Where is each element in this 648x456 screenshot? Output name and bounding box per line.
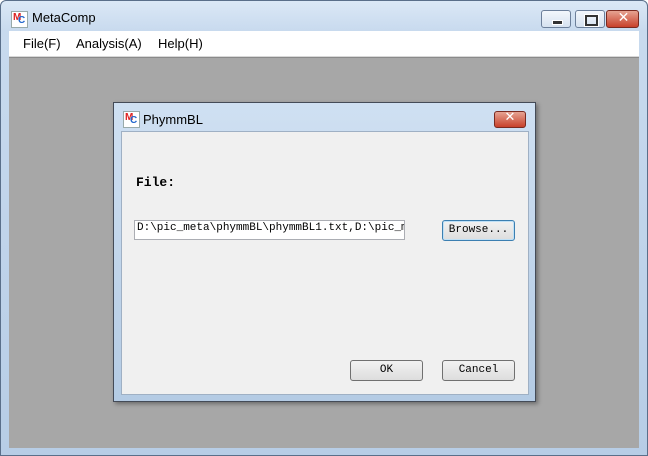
menu-bar: File(F) Analysis(A) Help(H) xyxy=(9,31,639,57)
title-bar[interactable]: MC MetaComp ✕ xyxy=(1,1,647,30)
phymmbl-dialog: MC PhymmBL ✕ File: D:\pic_meta\phymmBL\p… xyxy=(113,102,536,402)
dialog-title: PhymmBL xyxy=(143,112,203,127)
maximize-button[interactable] xyxy=(575,10,605,28)
cancel-button[interactable]: Cancel xyxy=(442,360,515,381)
window-title: MetaComp xyxy=(32,10,96,25)
file-path-input[interactable]: D:\pic_meta\phymmBL\phymmBL1.txt,D:\pic_… xyxy=(134,220,405,240)
metacomp-logo-icon: MC xyxy=(123,111,140,128)
menu-help[interactable]: Help(H) xyxy=(158,36,203,51)
close-icon: ✕ xyxy=(617,10,630,26)
ok-button[interactable]: OK xyxy=(350,360,423,381)
metacomp-logo-icon: MC xyxy=(11,11,28,28)
dialog-body: File: D:\pic_meta\phymmBL\phymmBL1.txt,D… xyxy=(121,131,529,395)
dialog-close-button[interactable]: ✕ xyxy=(494,110,526,128)
file-label: File: xyxy=(136,175,176,190)
menu-analysis[interactable]: Analysis(A) xyxy=(76,36,142,51)
close-button[interactable]: ✕ xyxy=(606,10,639,28)
menu-file[interactable]: File(F) xyxy=(23,36,61,51)
minimize-icon xyxy=(552,20,563,25)
browse-button[interactable]: Browse... xyxy=(442,220,515,241)
maximize-icon xyxy=(584,14,599,27)
minimize-button[interactable] xyxy=(541,10,571,28)
close-icon: ✕ xyxy=(504,110,516,125)
